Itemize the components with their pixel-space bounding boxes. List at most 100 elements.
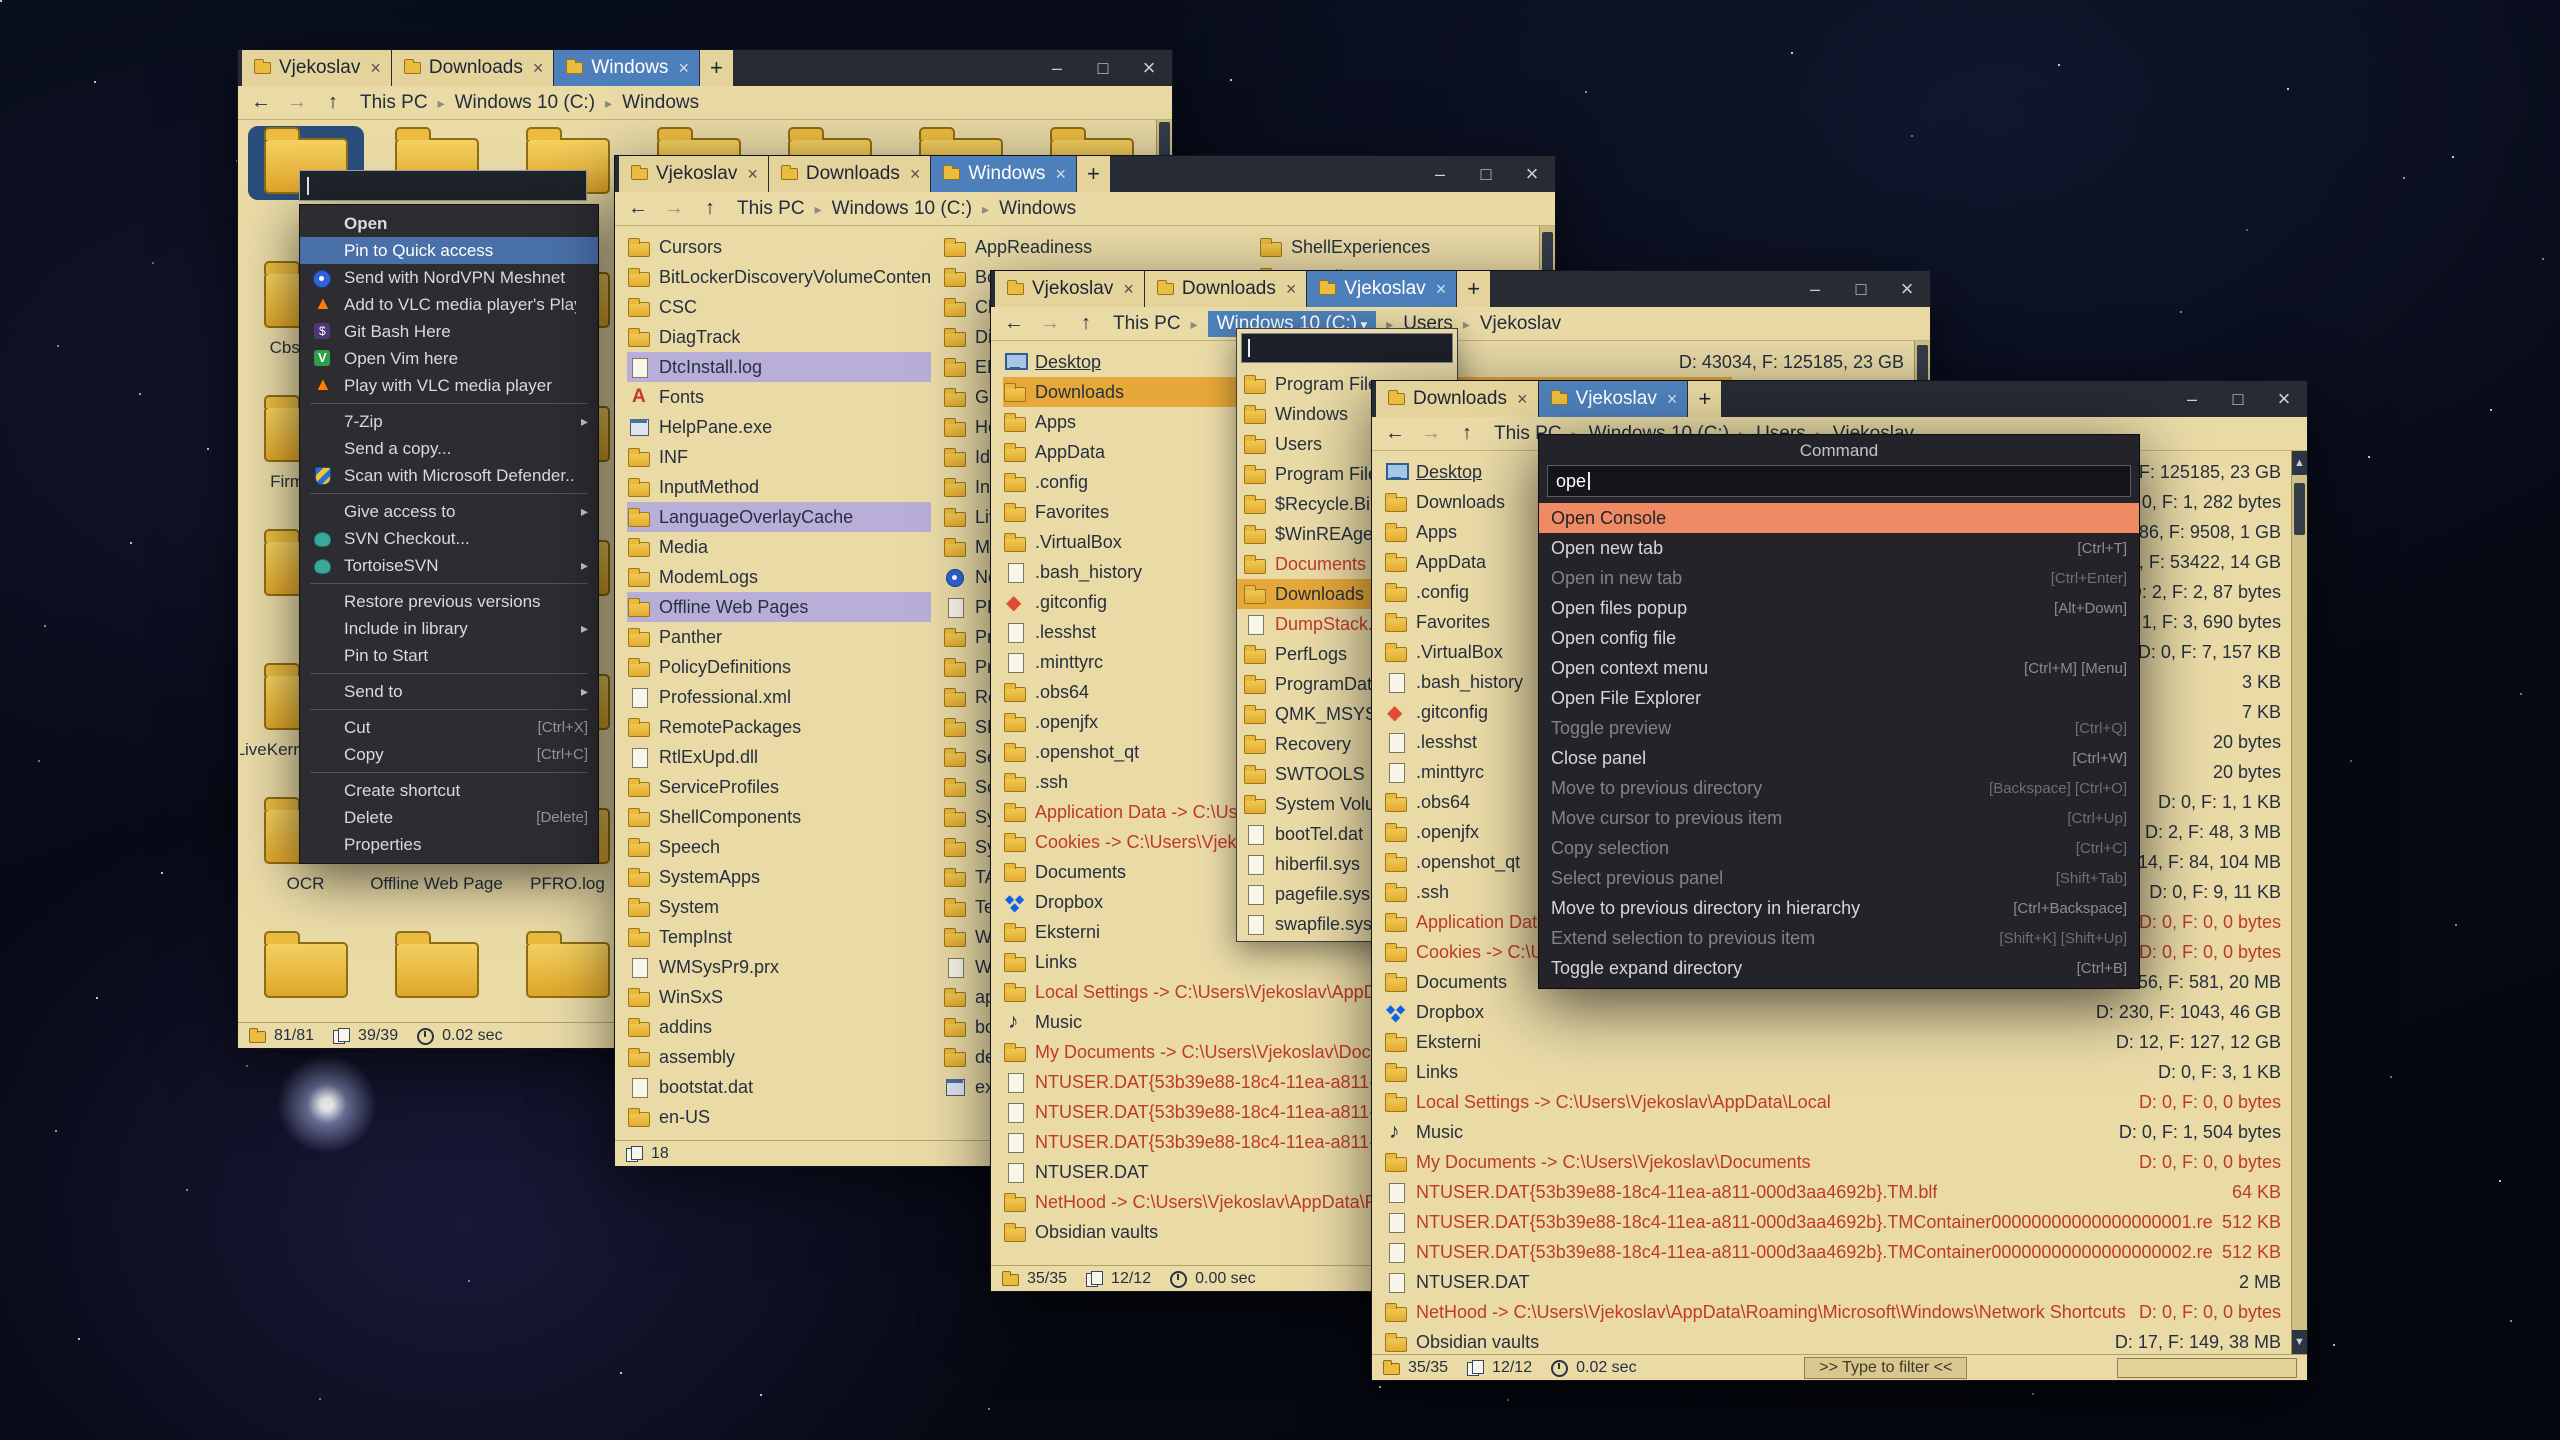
file-row[interactable]: Panther [621, 622, 937, 652]
tab[interactable]: Vjekoslav [619, 156, 769, 192]
command-item[interactable]: Toggle expand directory [Ctrl+B] [1539, 953, 2139, 983]
breadcrumb-item[interactable]: Windows 10 (C:) [805, 198, 972, 220]
file-row[interactable]: bootstat.dat [621, 1072, 937, 1102]
tab-close-icon[interactable] [370, 58, 381, 79]
file-row[interactable]: ShellComponents [621, 802, 937, 832]
context-menu-item[interactable]: Pin to Start [300, 642, 598, 669]
back-icon[interactable] [627, 197, 649, 220]
command-item[interactable]: Toggle preview [Ctrl+Q] [1539, 713, 2139, 743]
file-row[interactable]: Offline Web Pages [621, 592, 937, 622]
close-button[interactable] [2261, 381, 2307, 417]
back-icon[interactable] [1384, 422, 1406, 445]
file-row[interactable]: My Documents -> C:\Users\Vjekoslav\Docum… [1378, 1147, 2287, 1177]
scrollbar[interactable] [2291, 451, 2307, 1354]
folder-grid-item[interactable] [240, 926, 371, 1022]
file-row[interactable]: RtlExUpd.dll [621, 742, 937, 772]
file-row[interactable]: Music D: 0, F: 1, 504 bytes [1378, 1117, 2287, 1147]
file-row[interactable]: ModemLogs [621, 562, 937, 592]
tab[interactable]: Vjekoslav [1539, 381, 1689, 417]
maximize-button[interactable] [1080, 50, 1126, 86]
file-row[interactable]: Links D: 0, F: 3, 1 KB [1378, 1057, 2287, 1087]
context-menu-item[interactable]: Scan with Microsoft Defender... [300, 462, 598, 489]
file-row[interactable]: Dropbox D: 230, F: 1043, 46 GB [1378, 997, 2287, 1027]
file-row[interactable]: TempInst [621, 922, 937, 952]
minimize-button[interactable] [1034, 50, 1080, 86]
context-menu-item[interactable]: Properties [300, 831, 598, 858]
file-row[interactable]: PolicyDefinitions [621, 652, 937, 682]
breadcrumb-item[interactable]: This PC [737, 198, 805, 220]
new-tab-button[interactable] [1688, 381, 1722, 417]
tab-close-icon[interactable] [1436, 279, 1447, 300]
command-item[interactable]: Open new tab [Ctrl+T] [1539, 533, 2139, 563]
up-icon[interactable] [1456, 422, 1478, 445]
breadcrumb-item[interactable]: Vjekoslav [1453, 313, 1561, 335]
title-bar-drag-area[interactable] [1722, 381, 2169, 417]
context-menu-item[interactable]: Add to VLC media player's Playlist [300, 291, 598, 318]
tab[interactable]: Vjekoslav [995, 271, 1145, 307]
tab[interactable]: Vjekoslav [242, 50, 392, 86]
file-row[interactable]: Professional.xml [621, 682, 937, 712]
file-row[interactable]: DiagTrack [621, 322, 937, 352]
minimize-button[interactable] [1792, 271, 1838, 307]
context-menu-item[interactable]: Send to [300, 678, 598, 705]
close-button[interactable] [1884, 271, 1930, 307]
folder-grid-item[interactable] [371, 926, 502, 1022]
file-row[interactable]: WMSysPr9.prx [621, 952, 937, 982]
title-bar[interactable]: Downloads Vjekoslav [1372, 381, 2307, 417]
file-row[interactable]: InputMethod [621, 472, 937, 502]
up-icon[interactable] [699, 197, 721, 220]
tab[interactable]: Downloads [392, 50, 555, 86]
file-row[interactable]: BitLockerDiscoveryVolumeContents [621, 262, 937, 292]
file-row[interactable]: Cursors [621, 232, 937, 262]
file-row[interactable]: ShellExperiences [1253, 232, 1555, 262]
context-menu-item[interactable]: Git Bash Here [300, 318, 598, 345]
up-icon[interactable] [1075, 312, 1097, 335]
scroll-down-button[interactable] [2292, 1330, 2307, 1354]
file-row[interactable]: Obsidian vaults D: 17, F: 149, 38 MB [1378, 1327, 2287, 1354]
tab-close-icon[interactable] [678, 58, 689, 79]
context-menu-item[interactable]: Cut [Ctrl+X] [300, 714, 598, 741]
file-row[interactable]: Fonts [621, 382, 937, 412]
tab-close-icon[interactable] [1286, 279, 1297, 300]
new-tab-button[interactable] [700, 50, 734, 86]
command-item[interactable]: Copy selection [Ctrl+C] [1539, 833, 2139, 863]
context-menu-item[interactable] [300, 768, 598, 777]
tab-close-icon[interactable] [533, 58, 544, 79]
title-bar-drag-area[interactable] [1491, 271, 1792, 307]
file-row[interactable]: LanguageOverlayCache [621, 502, 937, 532]
command-item[interactable]: Move cursor to previous item [Ctrl+Up] [1539, 803, 2139, 833]
minimize-button[interactable] [1417, 156, 1463, 192]
file-row[interactable]: en-US [621, 1102, 937, 1132]
back-icon[interactable] [250, 91, 272, 114]
breadcrumb-item[interactable]: Windows [972, 198, 1076, 220]
file-row[interactable]: CSC [621, 292, 937, 322]
back-icon[interactable] [1003, 312, 1025, 335]
context-menu-item[interactable]: Pin to Quick access [300, 237, 598, 264]
tab[interactable]: Downloads [1376, 381, 1539, 417]
context-menu-item[interactable]: Send with NordVPN Meshnet [300, 264, 598, 291]
file-row[interactable]: Media [621, 532, 937, 562]
close-button[interactable] [1126, 50, 1172, 86]
command-item[interactable]: Close panel [Ctrl+W] [1539, 743, 2139, 773]
file-row[interactable]: NTUSER.DAT{53b39e88-18c4-11ea-a811-000d3… [1378, 1237, 2287, 1267]
title-bar-drag-area[interactable] [734, 50, 1034, 86]
breadcrumb-item[interactable]: Windows 10 (C:) [428, 92, 595, 114]
tab[interactable]: Windows [554, 50, 700, 86]
command-item[interactable]: Move to previous directory in hierarchy … [1539, 893, 2139, 923]
context-menu-item[interactable]: Include in library [300, 615, 598, 642]
command-item[interactable]: Open config file [1539, 623, 2139, 653]
file-row[interactable]: NTUSER.DAT{53b39e88-18c4-11ea-a811-000d3… [1378, 1177, 2287, 1207]
breadcrumb-item[interactable]: This PC [1113, 313, 1181, 335]
file-row[interactable]: NTUSER.DAT{53b39e88-18c4-11ea-a811-000d3… [1378, 1207, 2287, 1237]
command-input[interactable]: ope [1547, 465, 2131, 497]
rename-input[interactable] [299, 170, 587, 201]
scrollbar-thumb[interactable] [2294, 483, 2305, 535]
forward-icon[interactable] [663, 197, 685, 220]
context-menu-item[interactable] [300, 399, 598, 408]
context-menu-item[interactable]: Send a copy... [300, 435, 598, 462]
command-item[interactable]: Move to previous directory [Backspace] [… [1539, 773, 2139, 803]
new-tab-button[interactable] [1457, 271, 1491, 307]
context-menu-item[interactable]: Copy [Ctrl+C] [300, 741, 598, 768]
context-menu-item[interactable]: 7-Zip [300, 408, 598, 435]
context-menu-item[interactable] [300, 489, 598, 498]
